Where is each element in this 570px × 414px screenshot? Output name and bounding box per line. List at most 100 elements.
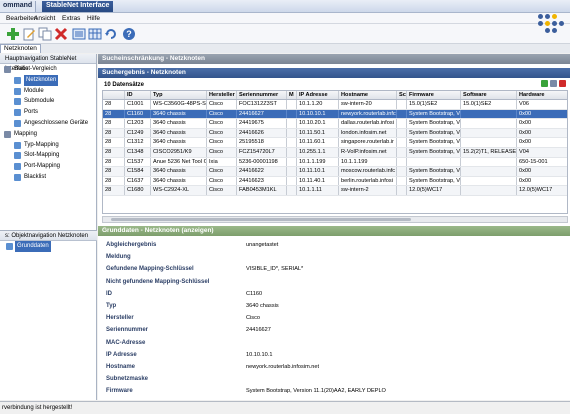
table-row[interactable]: 28 C1680 WS-C2924-XL Cisco FAB0453M1KL 10.1.1… — [103, 186, 567, 196]
table-cell: System Bootstrap, Ve — [409, 167, 461, 176]
command-tab[interactable]: ommand — [0, 1, 37, 12]
sidebar-item-label: Port-Mapping — [24, 163, 61, 170]
table-row[interactable]: 28 C1637 3640 chassis Cisco 24416623 10.11.40… — [103, 176, 567, 187]
table-cell — [461, 109, 517, 119]
add-icon[interactable] — [6, 27, 20, 41]
table-cell — [397, 148, 407, 157]
filter-section-header[interactable]: Sucheinschränkung - Netzknoten — [98, 54, 570, 64]
sidebar-item-port-mapping[interactable]: Port-Mapping — [0, 161, 96, 172]
export-csv-icon[interactable] — [550, 80, 557, 87]
column-header[interactable]: ID — [125, 91, 151, 99]
table-row[interactable]: 28 C1249 3640 chassis Cisco 24416626 10.11.50… — [103, 128, 567, 139]
stablenet-interface-tab[interactable]: StableNet Interface — [42, 1, 114, 12]
sidebar-item-typ-mapping[interactable]: Typ-Mapping — [0, 140, 96, 151]
table-cell: 3640 chassis — [151, 167, 207, 176]
device-icon — [14, 119, 21, 127]
column-header[interactable]: Firmware — [407, 91, 461, 99]
title-bar: ommand StableNet Interface — [0, 0, 570, 13]
blacklist-icon — [14, 173, 21, 181]
detail-row: Seriennummer 24416627 — [98, 325, 570, 337]
table-cell — [287, 119, 297, 128]
table-row[interactable]: 28 C1348 CISCO2951/K9 Cisco FCZ154720L7 10.25… — [103, 148, 567, 158]
detail-row: Typ 3640 chassis — [98, 301, 570, 313]
delete-icon[interactable] — [54, 27, 68, 41]
table-cell: 28 — [103, 100, 125, 109]
sidebar-item-submodule[interactable]: Submodule — [0, 96, 96, 107]
column-header[interactable]: Hostname — [339, 91, 397, 99]
sidebar-item-label: Sollist-Vergleich — [14, 66, 57, 72]
column-header[interactable] — [103, 91, 125, 99]
table-row[interactable]: 28 C1001 WS-C3560G-48PS-S Cisco FOC1312Z3ST 1… — [103, 100, 567, 110]
table-cell: 0x00 — [517, 177, 567, 186]
menu-bearbeiten[interactable]: Bearbeiten — [6, 15, 37, 22]
export-excel-icon[interactable] — [541, 80, 548, 87]
object-nav-item-grunddaten[interactable]: Grunddaten — [0, 241, 97, 252]
table-cell: 28 — [103, 186, 125, 195]
table-cell: System Bootstrap, Ve — [409, 138, 461, 147]
detail-label: MAC-Adresse — [106, 339, 146, 346]
column-header[interactable]: M — [287, 91, 297, 99]
table-cell: 3640 chassis — [151, 119, 207, 128]
sidebar-item-blacklist[interactable]: Blacklist — [0, 172, 96, 183]
scrollbar-thumb[interactable] — [111, 218, 411, 221]
horizontal-scrollbar[interactable] — [102, 216, 568, 223]
table-cell: FAB0453M1KL — [237, 186, 287, 195]
menu-extras[interactable]: Extras — [62, 15, 80, 22]
sidebar-item-module[interactable]: Module — [0, 86, 96, 97]
table-cell: Cisco — [207, 100, 237, 109]
compare-icon — [4, 66, 11, 73]
table-cell: C1348 — [125, 148, 151, 157]
menu-ansicht[interactable]: Ansicht — [34, 15, 55, 22]
column-header[interactable]: Hardware — [517, 91, 567, 99]
table-row[interactable]: 28 C1537 Anue 5236 Net Tool O Ixia 5236-0000… — [103, 157, 567, 168]
table-cell: WS-C2924-XL — [151, 186, 207, 195]
table-cell: 0x00 — [517, 167, 567, 176]
sidebar-item-sollist-vergleich[interactable]: Sollist-Vergleich — [0, 64, 96, 75]
column-header[interactable]: IP Adresse — [297, 91, 339, 99]
sidebar-item-angeschlossene-ger-te[interactable]: Angeschlossene Geräte — [0, 118, 96, 129]
table-cell: C1249 — [125, 128, 151, 138]
sidebar-item-netzknoten[interactable]: Netzknoten — [0, 74, 96, 86]
list-icon[interactable] — [72, 27, 86, 41]
tab-netzknoten[interactable]: Netzknoten — [0, 44, 41, 53]
column-header[interactable]: Software — [461, 91, 517, 99]
export-icons — [539, 80, 566, 89]
table-cell: 3640 chassis — [151, 176, 207, 186]
table-row[interactable]: 28 C1203 3640 chassis Cisco 24419675 10.10.20… — [103, 119, 567, 129]
help-icon[interactable]: ? — [122, 27, 136, 41]
table-row[interactable]: 28 C1312 3640 chassis Cisco 25195518 10.11.60… — [103, 138, 567, 148]
table-cell — [287, 109, 297, 119]
table-cell: Cisco — [207, 167, 237, 176]
detail-value: 10.10.10.1 — [246, 351, 273, 358]
results-section-header: Suchergebnis - Netzknoten — [98, 68, 570, 78]
menu-hilfe[interactable]: Hilfe — [87, 15, 100, 22]
sidebar-item-label: Typ-Mapping — [24, 141, 59, 148]
edit-icon[interactable] — [22, 27, 36, 41]
column-header[interactable]: Seriennummer — [237, 91, 287, 99]
refresh-icon[interactable] — [104, 27, 118, 41]
table-cell: berlin.routerlab.infosi — [339, 176, 397, 186]
sidebar-item-ports[interactable]: Ports — [0, 107, 96, 118]
export-pdf-icon[interactable] — [559, 80, 566, 87]
sidebar-item-slot-mapping[interactable]: Slot-Mapping — [0, 150, 96, 161]
table-row[interactable]: 28 C1160 3640 chassis Cisco 24416627 10.10.10… — [103, 109, 567, 120]
table-cell: 10.1.1.199 — [339, 157, 397, 167]
detail-row: ID C1160 — [98, 289, 570, 301]
table-cell: moscow.routerlab.infc — [341, 167, 397, 176]
detail-value: Cisco — [246, 315, 260, 322]
table-cell: sw-intern-2 — [339, 186, 397, 195]
copy-icon[interactable] — [38, 27, 52, 41]
table-cell: Ixia — [207, 157, 237, 167]
table-cell: V04 — [517, 148, 567, 157]
folder-icon — [6, 243, 13, 250]
column-header[interactable]: Sc — [397, 91, 407, 99]
table-icon[interactable] — [88, 27, 102, 41]
table-row[interactable]: 28 C1584 3640 chassis Cisco 24416622 10.11.10… — [103, 167, 567, 177]
table-cell — [397, 138, 407, 147]
menu-bar: Bearbeiten Ansicht Extras Hilfe — [0, 13, 570, 24]
slot-mapping-icon — [14, 152, 21, 160]
sidebar-item-label: Submodule — [24, 98, 55, 105]
column-header[interactable]: Hersteller — [207, 91, 237, 99]
column-header[interactable]: Typ — [151, 91, 207, 99]
sidebar-item-mapping[interactable]: Mapping — [0, 129, 96, 140]
